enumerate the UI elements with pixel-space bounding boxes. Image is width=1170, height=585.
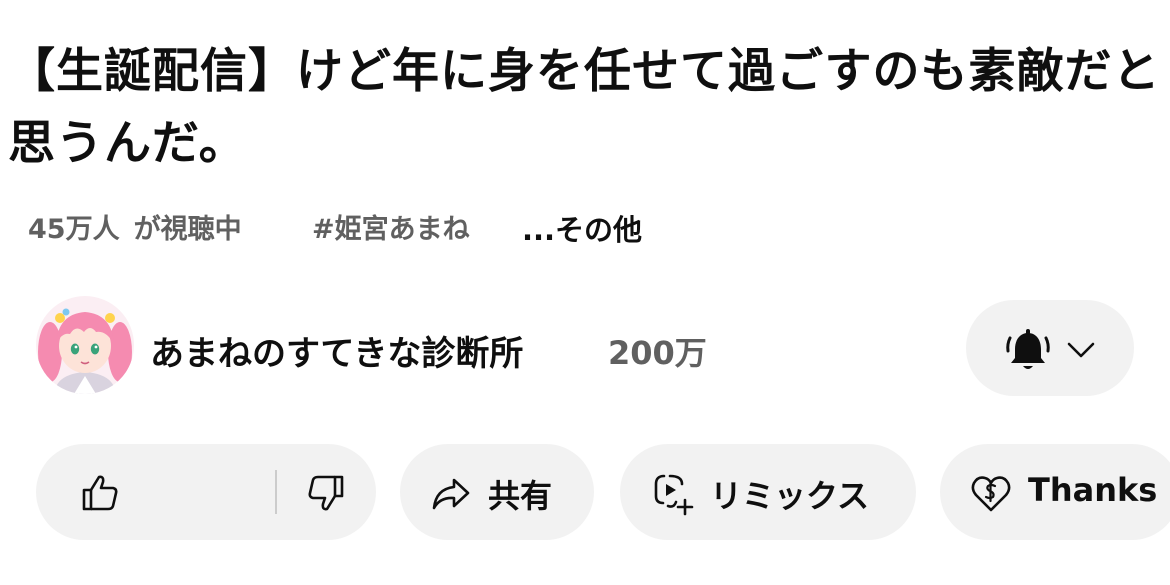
video-meta-row: 45万人 が視聴中 #姫宮あまね ...その他 xyxy=(0,205,1170,251)
thumbs-down-icon[interactable] xyxy=(306,474,346,512)
channel-avatar[interactable] xyxy=(36,296,134,394)
video-title: 【生誕配信】けど年に身を任せて過ごすのも素敵だと思うんだ。 xyxy=(8,44,1161,171)
like-divider xyxy=(275,470,277,514)
share-button[interactable]: 共有 xyxy=(400,444,594,540)
thanks-label: Thanks xyxy=(1028,471,1158,509)
chevron-down-icon xyxy=(1067,342,1095,358)
thumbs-up-icon[interactable] xyxy=(80,474,120,512)
subscriber-count: 200万 xyxy=(608,334,707,372)
share-icon xyxy=(432,478,470,510)
live-viewers: 45万人 が視聴中 xyxy=(28,207,242,246)
notification-settings-button[interactable] xyxy=(966,300,1134,396)
live-viewers-suffix: が視聴中 xyxy=(133,214,242,245)
hashtag-link[interactable]: #姫宮あまね xyxy=(312,207,470,246)
description-more-link[interactable]: ...その他 xyxy=(522,207,642,249)
bell-icon xyxy=(1006,329,1050,369)
heart-dollar-icon xyxy=(971,476,1011,512)
like-dislike-group xyxy=(36,444,376,540)
remix-button[interactable]: リミックス xyxy=(620,444,916,540)
remix-icon xyxy=(654,474,694,516)
thanks-button[interactable]: Thanks xyxy=(940,444,1170,540)
channel-row: あまねのすてきな診断所 200万 xyxy=(0,290,1170,410)
remix-label: リミックス xyxy=(710,477,870,515)
live-viewers-count: 45万人 xyxy=(28,214,120,245)
share-label: 共有 xyxy=(488,477,553,515)
action-bar: 共有 リミックス Thanks xyxy=(0,444,1170,542)
channel-name[interactable]: あまねのすてきな診断所 xyxy=(150,326,523,375)
